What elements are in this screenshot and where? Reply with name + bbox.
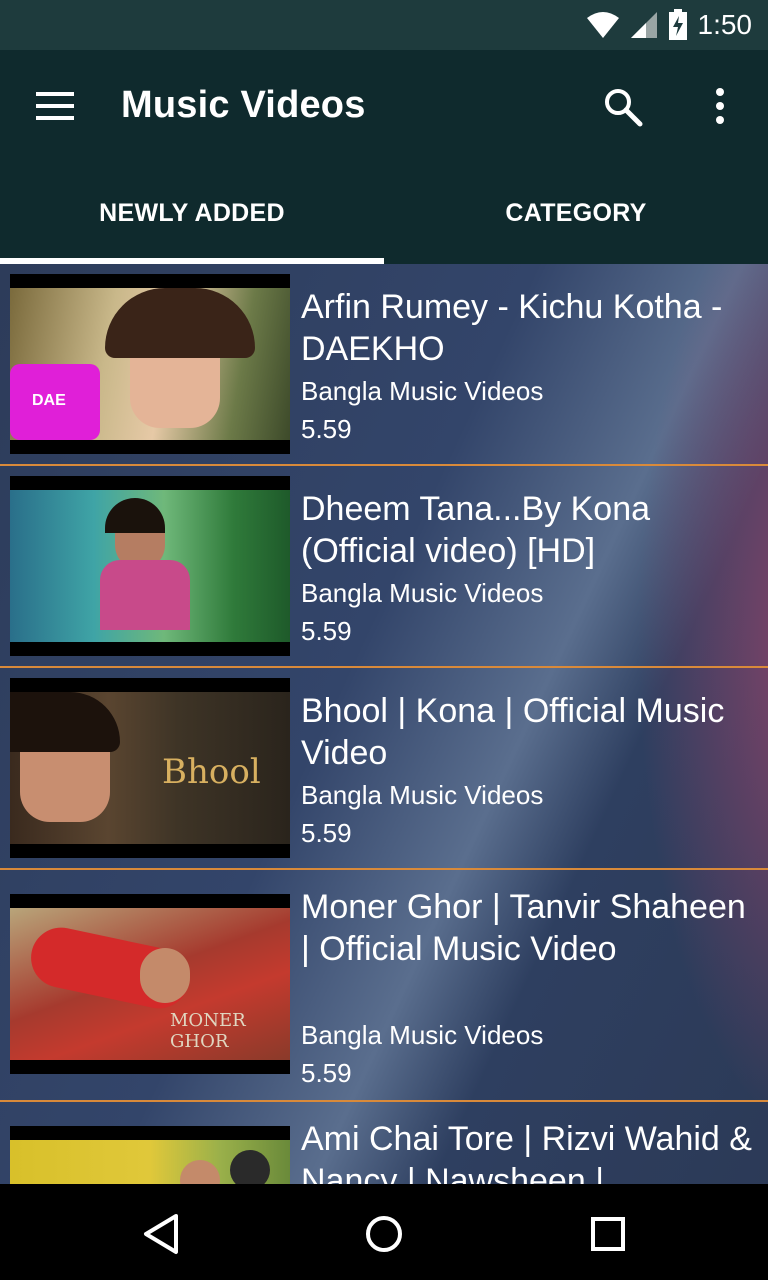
thumbnail-logo-text: DAE: [32, 392, 66, 409]
video-title: Arfin Rumey - Kichu Kotha - DAEKHO: [301, 288, 723, 368]
video-title: Dheem Tana...By Kona (Official video) [H…: [301, 490, 651, 570]
more-vert-icon[interactable]: [708, 86, 732, 128]
wifi-icon: [586, 12, 619, 38]
app-title: Music Videos: [121, 84, 366, 126]
video-category: Bangla Music Videos: [301, 1020, 544, 1050]
tab-bar: NEWLY ADDED CATEGORY: [0, 162, 768, 264]
thumbnail-title-text: MONER GHOR: [170, 1010, 246, 1052]
status-icons: 1:50: [586, 6, 753, 44]
video-item[interactable]: Dheem Tana...By Kona (Official video) [H…: [0, 466, 768, 668]
back-icon[interactable]: [140, 1212, 184, 1256]
video-thumbnail[interactable]: MONER GHOR: [10, 894, 290, 1074]
video-thumbnail[interactable]: DAE: [10, 274, 290, 454]
video-list[interactable]: DAE Arfin Rumey - Kichu Kotha - DAEKHO B…: [0, 264, 768, 1184]
thumbnail-title-text: Bhool: [162, 752, 261, 792]
video-duration: 5.59: [301, 616, 352, 646]
video-item[interactable]: Bhool Bhool | Kona | Official Music Vide…: [0, 668, 768, 870]
tab-newly-added[interactable]: NEWLY ADDED: [0, 162, 384, 264]
status-bar: 1:50: [0, 0, 768, 50]
recents-icon[interactable]: [586, 1212, 630, 1256]
app-bar: Music Videos: [0, 50, 768, 162]
video-thumbnail[interactable]: [10, 476, 290, 656]
menu-icon[interactable]: [36, 90, 76, 122]
video-category: Bangla Music Videos: [301, 578, 544, 608]
video-category: Bangla Music Videos: [301, 376, 544, 406]
video-title: Moner Ghor | Tanvir Shaheen | Official M…: [301, 888, 746, 968]
video-category: Bangla Music Videos: [301, 780, 544, 810]
video-thumbnail[interactable]: [10, 1126, 290, 1184]
tab-category[interactable]: CATEGORY: [384, 162, 768, 264]
battery-charging-icon: [668, 9, 687, 40]
video-item[interactable]: DAE Arfin Rumey - Kichu Kotha - DAEKHO B…: [0, 264, 768, 466]
video-thumbnail[interactable]: Bhool: [10, 678, 290, 858]
video-duration: 5.59: [301, 818, 352, 848]
cell-signal-icon: [630, 12, 657, 38]
navigation-bar: [0, 1184, 768, 1280]
home-icon[interactable]: [362, 1212, 406, 1256]
status-time: 1:50: [697, 9, 753, 40]
video-item[interactable]: MONER GHOR Moner Ghor | Tanvir Shaheen |…: [0, 870, 768, 1102]
video-duration: 5.59: [301, 414, 352, 444]
video-title: Ami Chai Tore | Rizvi Wahid & Nancy | Na…: [301, 1120, 752, 1184]
video-duration: 5.59: [301, 1058, 352, 1088]
search-icon[interactable]: [602, 86, 644, 128]
video-item[interactable]: Ami Chai Tore | Rizvi Wahid & Nancy | Na…: [0, 1102, 768, 1184]
video-title: Bhool | Kona | Official Music Video: [301, 692, 725, 772]
